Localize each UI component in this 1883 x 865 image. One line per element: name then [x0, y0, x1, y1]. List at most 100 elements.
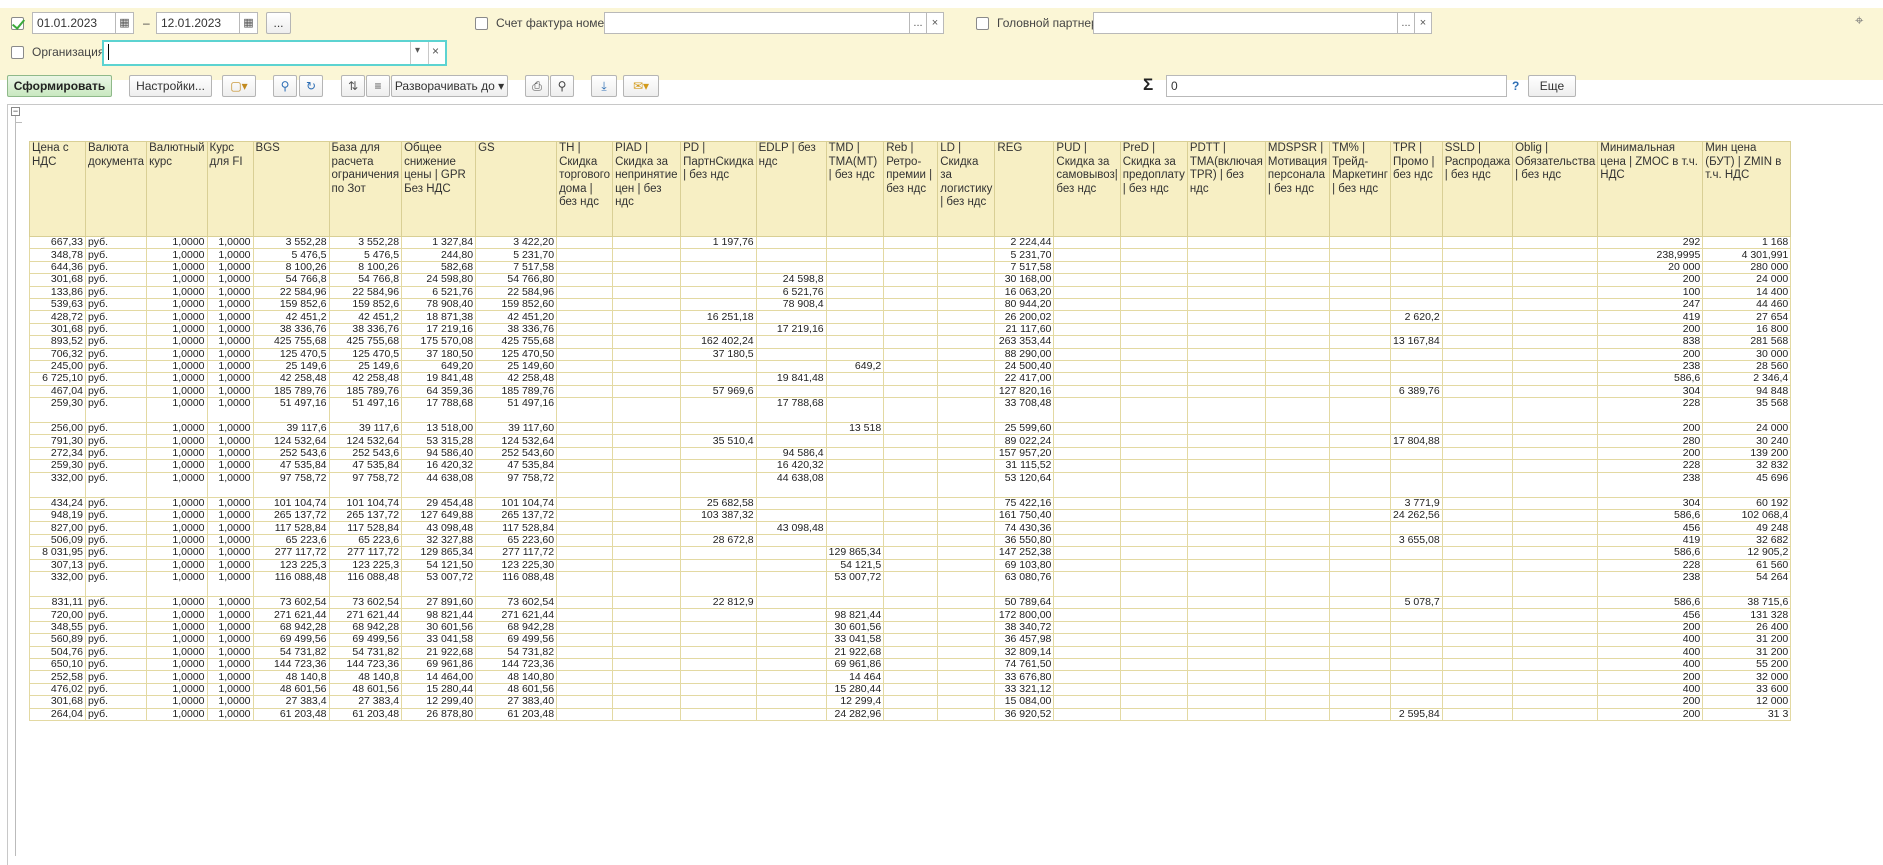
- table-cell[interactable]: 38 336,76: [475, 322, 558, 337]
- table-cell[interactable]: 667,33: [29, 235, 86, 250]
- table-cell[interactable]: 45 696: [1702, 471, 1792, 498]
- table-cell[interactable]: 24 000: [1702, 422, 1792, 436]
- table-cell[interactable]: руб.: [84, 434, 148, 448]
- table-cell[interactable]: [1119, 322, 1188, 337]
- organization-field[interactable]: ▾ ×: [102, 40, 447, 66]
- search-next-icon[interactable]: ↻: [299, 75, 323, 97]
- table-cell[interactable]: 332,00: [29, 570, 86, 597]
- table-cell[interactable]: [556, 260, 614, 275]
- table-cell[interactable]: 1 168: [1702, 235, 1792, 250]
- table-cell[interactable]: [883, 496, 939, 511]
- table-row[interactable]: 467,04 руб. 1,0000 1,0000 185 789,76 185 789,…: [29, 384, 1792, 399]
- partner-select-button[interactable]: ...: [1398, 12, 1415, 34]
- table-cell[interactable]: [556, 446, 614, 461]
- table-cell[interactable]: 5 476,5: [328, 248, 403, 262]
- table-cell[interactable]: [1389, 422, 1443, 436]
- table-cell[interactable]: [1186, 546, 1266, 560]
- table-cell[interactable]: [1119, 533, 1188, 548]
- table-cell[interactable]: руб.: [84, 608, 148, 622]
- table-cell[interactable]: 2 620,2: [1389, 310, 1443, 324]
- table-cell[interactable]: [1119, 707, 1188, 721]
- table-cell[interactable]: 7 517,58: [475, 260, 558, 275]
- column-header[interactable]: Oblig | Обязательства | без ндс: [1512, 141, 1599, 237]
- period-select-button[interactable]: ...: [266, 12, 291, 34]
- table-cell[interactable]: 124 532,64: [475, 434, 558, 448]
- table-cell[interactable]: 265 137,72: [475, 509, 558, 523]
- table-cell[interactable]: [1186, 446, 1266, 461]
- table-cell[interactable]: [1512, 459, 1599, 473]
- table-cell[interactable]: 54 731,82: [475, 645, 558, 659]
- table-cell[interactable]: [1512, 657, 1599, 672]
- table-cell[interactable]: руб.: [84, 273, 148, 287]
- table-row[interactable]: 8 031,95 руб. 1,0000 1,0000 277 117,72 277 11…: [29, 546, 1792, 560]
- table-cell[interactable]: 48 140,8: [328, 670, 403, 684]
- table-cell[interactable]: 1,0000: [146, 285, 208, 299]
- table-cell[interactable]: [1186, 521, 1266, 535]
- table-cell[interactable]: [1512, 273, 1599, 287]
- table-cell[interactable]: [1053, 633, 1121, 647]
- table-row[interactable]: 307,13 руб. 1,0000 1,0000 123 225,3 123 225,3…: [29, 558, 1792, 573]
- table-cell[interactable]: [1186, 595, 1266, 610]
- table-cell[interactable]: [612, 260, 682, 275]
- table-cell[interactable]: 159 852,6: [328, 297, 403, 312]
- table-cell[interactable]: [1119, 260, 1188, 275]
- table-cell[interactable]: 28 672,8: [680, 533, 757, 548]
- table-cell[interactable]: 185 789,76: [328, 384, 403, 399]
- table-cell[interactable]: [612, 285, 682, 299]
- table-cell[interactable]: [1119, 570, 1188, 597]
- table-cell[interactable]: [883, 682, 939, 697]
- column-header[interactable]: PUD | Скидка за самовывоз| без ндс: [1053, 141, 1121, 237]
- table-cell[interactable]: [755, 595, 827, 610]
- collapse-icon[interactable]: −: [11, 107, 20, 116]
- table-cell[interactable]: [1119, 422, 1188, 436]
- table-cell[interactable]: [755, 657, 827, 672]
- table-cell[interactable]: [1441, 682, 1514, 697]
- table-cell[interactable]: 14 400: [1702, 285, 1792, 299]
- table-cell[interactable]: [612, 608, 682, 622]
- table-cell[interactable]: 36 550,80: [994, 533, 1055, 548]
- table-cell[interactable]: 69 961,86: [825, 657, 885, 672]
- table-cell[interactable]: [1053, 695, 1121, 709]
- table-cell[interactable]: 144 723,36: [475, 657, 558, 672]
- table-cell[interactable]: 54 766,80: [475, 273, 558, 287]
- table-cell[interactable]: 27 891,60: [401, 595, 477, 610]
- table-cell[interactable]: 1,0000: [146, 384, 208, 399]
- table-cell[interactable]: 1,0000: [206, 521, 254, 535]
- chevron-down-icon[interactable]: ▾: [415, 45, 420, 56]
- table-cell[interactable]: 1,0000: [206, 235, 254, 250]
- table-cell[interactable]: 1,0000: [206, 446, 254, 461]
- table-cell[interactable]: 200: [1597, 347, 1704, 361]
- table-cell[interactable]: 16 420,32: [755, 459, 827, 473]
- table-cell[interactable]: 3 552,28: [252, 235, 330, 250]
- table-cell[interactable]: [1264, 695, 1331, 709]
- table-cell[interactable]: 281 568: [1702, 335, 1792, 349]
- table-cell[interactable]: [612, 670, 682, 684]
- table-cell[interactable]: [1329, 372, 1391, 386]
- table-cell[interactable]: 348,78: [29, 248, 86, 262]
- table-cell[interactable]: 649,20: [401, 359, 477, 374]
- table-cell[interactable]: [1053, 434, 1121, 448]
- table-cell[interactable]: 61 203,48: [252, 707, 330, 721]
- table-cell[interactable]: 33 041,58: [825, 633, 885, 647]
- table-cell[interactable]: 1,0000: [206, 397, 254, 424]
- table-cell[interactable]: 419: [1597, 310, 1704, 324]
- table-cell[interactable]: 586,6: [1597, 546, 1704, 560]
- table-cell[interactable]: 42 451,20: [475, 310, 558, 324]
- table-cell[interactable]: 25 149,6: [252, 359, 330, 374]
- table-cell[interactable]: [1329, 533, 1391, 548]
- table-cell[interactable]: 1,0000: [146, 521, 208, 535]
- table-cell[interactable]: 102 068,4: [1702, 509, 1792, 523]
- table-cell[interactable]: 425 755,68: [475, 335, 558, 349]
- table-cell[interactable]: [556, 533, 614, 548]
- table-cell[interactable]: [825, 509, 885, 523]
- table-cell[interactable]: [612, 521, 682, 535]
- table-cell[interactable]: [612, 422, 682, 436]
- table-cell[interactable]: 2 224,44: [994, 235, 1055, 250]
- table-cell[interactable]: 425 755,68: [252, 335, 330, 349]
- table-cell[interactable]: 238: [1597, 570, 1704, 597]
- table-cell[interactable]: 301,68: [29, 322, 86, 337]
- table-row[interactable]: 259,30 руб. 1,0000 1,0000 47 535,84 47 535,84…: [29, 459, 1792, 473]
- table-cell[interactable]: 98 821,44: [401, 608, 477, 622]
- table-cell[interactable]: 1,0000: [206, 347, 254, 361]
- table-cell[interactable]: [1186, 322, 1266, 337]
